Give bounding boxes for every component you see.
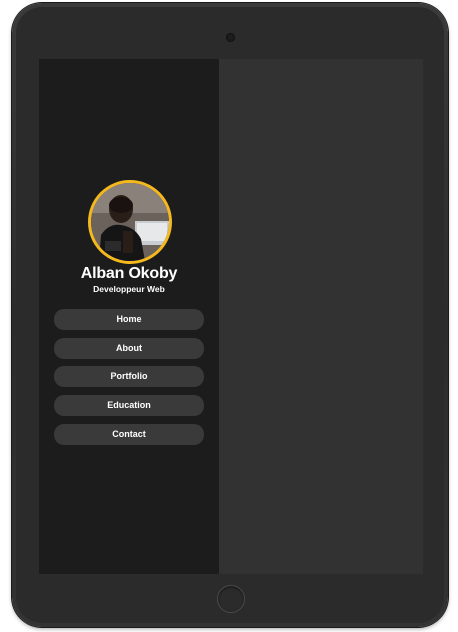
camera-icon	[226, 33, 235, 42]
sidebar: Alban Okoby Developpeur Web Home About P…	[39, 59, 219, 574]
profile-name: Alban Okoby	[80, 265, 178, 282]
nav-item-home[interactable]: Home	[54, 309, 204, 330]
profile-role: Developpeur Web	[93, 284, 165, 294]
nav-item-portfolio[interactable]: Portfolio	[54, 366, 204, 388]
nav-item-about[interactable]: About	[54, 337, 204, 359]
nav-item-education[interactable]: Education	[54, 395, 204, 417]
tablet-frame: Alban Okoby Developpeur Web Home About P…	[12, 3, 448, 627]
home-button[interactable]	[217, 585, 245, 613]
avatar	[88, 180, 172, 264]
main-content	[219, 59, 423, 574]
avatar-photo	[91, 183, 169, 261]
tablet-screen: Alban Okoby Developpeur Web Home About P…	[39, 59, 423, 574]
sidebar-nav: Home About Portfolio Education Contact	[54, 309, 204, 452]
nav-item-contact[interactable]: Contact	[54, 423, 204, 445]
